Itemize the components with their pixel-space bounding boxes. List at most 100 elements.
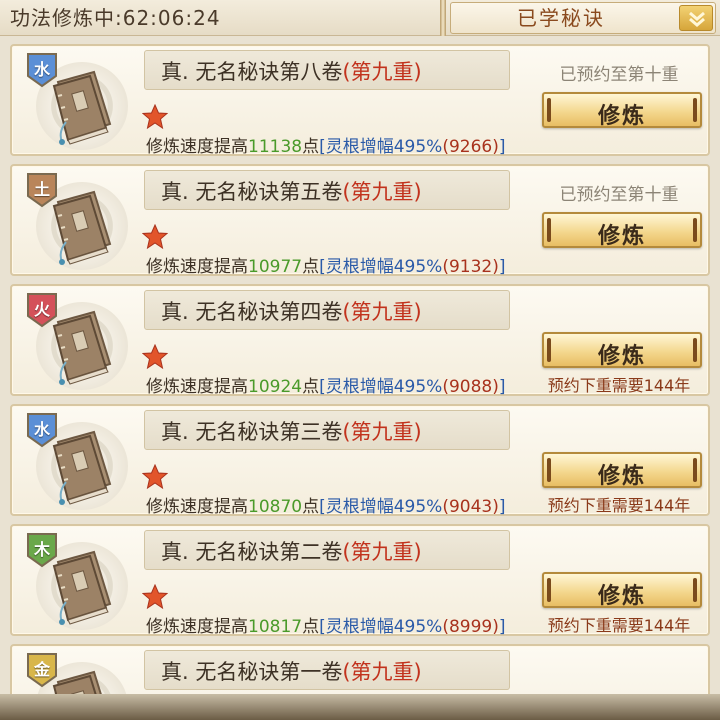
technique-title-box: 真. 无名秘诀第二卷(第九重) xyxy=(144,530,510,570)
speed-stat: 修炼速度提高10817点[灵根增幅495%(8999)] xyxy=(146,612,506,637)
spirit-bonus: [灵根增幅495% xyxy=(319,257,443,277)
star-icon xyxy=(142,224,168,250)
technique-title: 真. 无名秘诀第八卷(第九重) xyxy=(161,56,422,86)
technique-level: (第九重) xyxy=(342,660,422,684)
reserve-status: 已预约至第十重 xyxy=(559,185,679,205)
speed-suffix: 点 xyxy=(302,497,320,517)
technique-title-box: 真. 无名秘诀第五卷(第九重) xyxy=(144,170,510,210)
spirit-bonus: [灵根增幅495% xyxy=(319,497,443,517)
technique-list[interactable]: 水 真. 无名秘诀第八卷(第九重) 修炼速度提高11138点[灵根增幅495%(… xyxy=(0,36,720,720)
cultivate-button-label: 修炼 xyxy=(597,224,646,249)
reserve-requirement: 预约下重需要144年 xyxy=(547,616,691,635)
technique-title: 真. 无名秘诀第一卷(第九重) xyxy=(161,656,422,686)
cultivate-button-label: 修炼 xyxy=(597,584,646,609)
technique-card[interactable]: 土 真. 无名秘诀第五卷(第九重) 修炼速度提高10977点[灵根增幅495%(… xyxy=(10,164,710,277)
speed-suffix: 点 xyxy=(302,137,320,157)
divider xyxy=(440,0,446,36)
speed-stat: 修炼速度提高10924点[灵根增幅495%(9088)] xyxy=(146,372,506,397)
technique-card[interactable]: 火 真. 无名秘诀第四卷(第九重) 修炼速度提高10924点[灵根增幅495%(… xyxy=(10,284,710,397)
element-badge: 土 xyxy=(26,172,58,208)
speed-stat: 修炼速度提高10977点[灵根增幅495%(9132)] xyxy=(146,252,506,277)
technique-level: (第九重) xyxy=(342,180,422,204)
cultivate-button-label: 修炼 xyxy=(597,104,646,129)
technique-name: 真. 无名秘诀第二卷 xyxy=(161,540,343,564)
spirit-bonus-close: ] xyxy=(498,617,506,637)
element-badge: 水 xyxy=(26,412,58,448)
spirit-bonus-close: ] xyxy=(498,377,506,397)
spirit-bonus-value: (9088) xyxy=(442,377,499,397)
spirit-bonus-close: ] xyxy=(498,137,506,157)
technique-level: (第九重) xyxy=(342,60,422,84)
cultivate-button-label: 修炼 xyxy=(597,344,646,369)
star-icon xyxy=(142,464,168,490)
technique-title: 真. 无名秘诀第五卷(第九重) xyxy=(161,176,422,206)
spirit-bonus-value: (8999) xyxy=(442,617,499,637)
spirit-bonus-value: (9266) xyxy=(442,137,499,157)
star-icon xyxy=(142,344,168,370)
cultivate-button[interactable]: 修炼 xyxy=(542,332,702,369)
technique-name: 真. 无名秘诀第八卷 xyxy=(161,60,343,84)
speed-stat: 修炼速度提高10870点[灵根增幅495%(9043)] xyxy=(146,492,506,517)
technique-card[interactable]: 水 真. 无名秘诀第三卷(第九重) 修炼速度提高10870点[灵根增幅495%(… xyxy=(10,404,710,517)
speed-prefix: 修炼速度提高 xyxy=(146,617,248,637)
technique-name: 真. 无名秘诀第五卷 xyxy=(161,180,343,204)
element-label: 金 xyxy=(33,660,50,679)
speed-prefix: 修炼速度提高 xyxy=(146,497,248,517)
spirit-bonus-value: (9132) xyxy=(442,257,499,277)
spirit-bonus-value: (9043) xyxy=(442,497,499,517)
spirit-bonus-close: ] xyxy=(498,257,506,277)
chevron-down-icon[interactable] xyxy=(679,5,713,31)
technique-title: 真. 无名秘诀第四卷(第九重) xyxy=(161,296,422,326)
top-bar: 功法修炼中:62:06:24 已学秘诀 xyxy=(0,0,720,36)
technique-name: 真. 无名秘诀第三卷 xyxy=(161,420,343,444)
star-icon xyxy=(142,584,168,610)
element-label: 土 xyxy=(33,180,50,199)
element-label: 木 xyxy=(33,540,50,559)
speed-value: 11138 xyxy=(248,137,303,157)
spirit-bonus: [灵根增幅495% xyxy=(319,377,443,397)
cultivate-button[interactable]: 修炼 xyxy=(542,572,702,609)
reserve-requirement: 预约下重需要144年 xyxy=(547,376,691,395)
reserve-requirement: 预约下重需要144年 xyxy=(547,496,691,515)
technique-title-box: 真. 无名秘诀第一卷(第九重) xyxy=(144,650,510,690)
cultivate-button[interactable]: 修炼 xyxy=(542,452,702,489)
technique-title-box: 真. 无名秘诀第三卷(第九重) xyxy=(144,410,510,450)
speed-suffix: 点 xyxy=(302,257,320,277)
reserve-status: 已预约至第十重 xyxy=(559,65,679,85)
cultivate-button-label: 修炼 xyxy=(597,464,646,489)
element-badge: 金 xyxy=(26,652,58,688)
cultivation-timer: 功法修炼中:62:06:24 xyxy=(10,6,221,30)
spirit-bonus: [灵根增幅495% xyxy=(319,137,443,157)
speed-suffix: 点 xyxy=(302,617,320,637)
star-icon xyxy=(142,104,168,130)
element-badge: 木 xyxy=(26,532,58,568)
cultivate-button[interactable]: 修炼 xyxy=(542,212,702,249)
technique-title: 真. 无名秘诀第三卷(第九重) xyxy=(161,416,422,446)
speed-prefix: 修炼速度提高 xyxy=(146,377,248,397)
speed-prefix: 修炼速度提高 xyxy=(146,257,248,277)
technique-level: (第九重) xyxy=(342,300,422,324)
technique-card[interactable]: 水 真. 无名秘诀第八卷(第九重) 修炼速度提高11138点[灵根增幅495%(… xyxy=(10,44,710,157)
speed-prefix: 修炼速度提高 xyxy=(146,137,248,157)
dropdown-label: 已学秘诀 xyxy=(517,6,605,30)
speed-value: 10817 xyxy=(248,617,303,637)
bottom-bar xyxy=(0,694,720,720)
technique-card[interactable]: 木 真. 无名秘诀第二卷(第九重) 修炼速度提高10817点[灵根增幅495%(… xyxy=(10,524,710,637)
technique-name: 真. 无名秘诀第一卷 xyxy=(161,660,343,684)
spirit-bonus-close: ] xyxy=(498,497,506,517)
speed-suffix: 点 xyxy=(302,377,320,397)
cultivate-button[interactable]: 修炼 xyxy=(542,92,702,129)
speed-value: 10924 xyxy=(248,377,303,397)
speed-value: 10870 xyxy=(248,497,303,517)
technique-level: (第九重) xyxy=(342,540,422,564)
spirit-bonus: [灵根增幅495% xyxy=(319,617,443,637)
technique-title-box: 真. 无名秘诀第四卷(第九重) xyxy=(144,290,510,330)
element-label: 水 xyxy=(33,420,50,439)
element-label: 火 xyxy=(33,300,50,319)
category-dropdown[interactable]: 已学秘诀 xyxy=(450,2,716,34)
element-label: 水 xyxy=(33,60,50,79)
speed-value: 10977 xyxy=(248,257,303,277)
technique-name: 真. 无名秘诀第四卷 xyxy=(161,300,343,324)
element-badge: 火 xyxy=(26,292,58,328)
speed-stat: 修炼速度提高11138点[灵根增幅495%(9266)] xyxy=(146,132,506,157)
